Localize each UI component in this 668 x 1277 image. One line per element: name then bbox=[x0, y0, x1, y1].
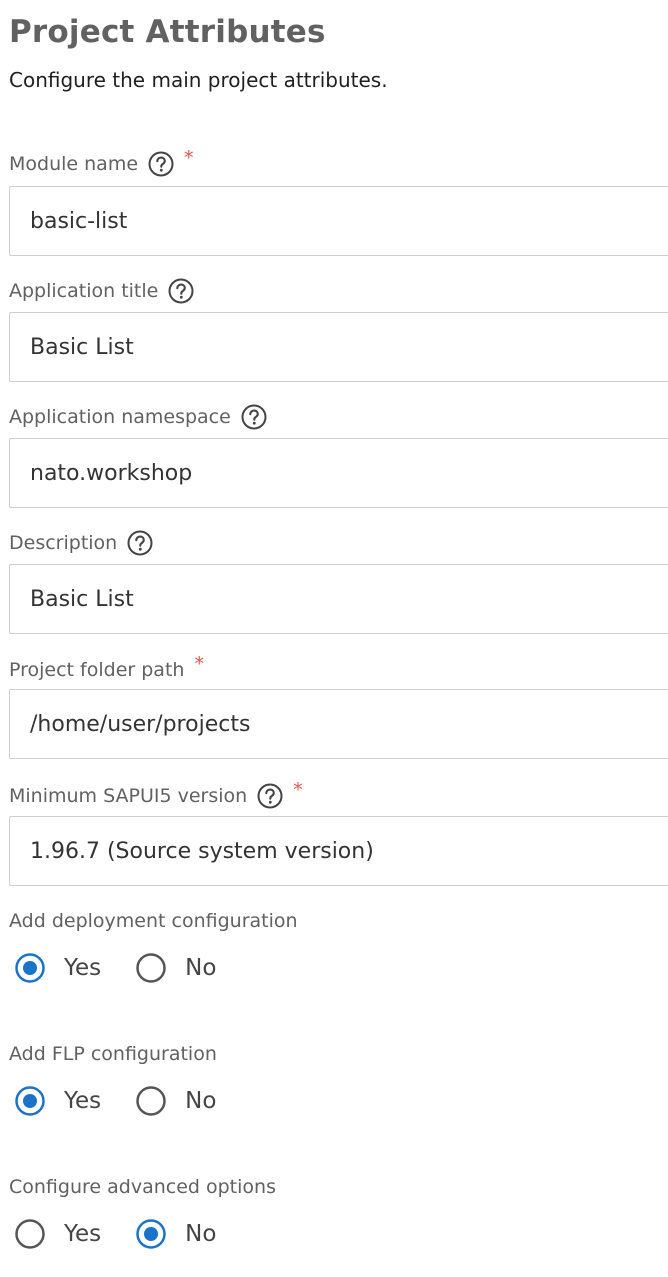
application-namespace-label: Application namespace bbox=[9, 406, 231, 428]
project-attributes-page: Project Attributes Configure the main pr… bbox=[0, 0, 668, 1277]
module-name-label-row: Module name * bbox=[9, 147, 194, 180]
advanced-options-label-row: Configure advanced options bbox=[9, 1171, 276, 1203]
radio-unselected-icon[interactable] bbox=[135, 1085, 167, 1117]
radio-unselected-icon[interactable] bbox=[135, 952, 167, 984]
min-sapui5-version-label-row: Minimum SAPUI5 version * bbox=[9, 779, 303, 812]
application-namespace-input[interactable] bbox=[9, 438, 668, 508]
required-marker: * bbox=[194, 653, 204, 675]
page-title: Project Attributes bbox=[9, 14, 326, 50]
page-subtitle: Configure the main project attributes. bbox=[9, 68, 388, 92]
deployment-no-radio[interactable]: No bbox=[135, 952, 216, 984]
radio-selected-icon[interactable] bbox=[14, 1085, 46, 1117]
application-title-label-row: Application title bbox=[9, 275, 194, 307]
advanced-no-radio[interactable]: No bbox=[135, 1218, 216, 1250]
question-circle-icon[interactable] bbox=[241, 404, 267, 430]
deployment-config-label-row: Add deployment configuration bbox=[9, 905, 298, 937]
application-title-label: Application title bbox=[9, 280, 159, 302]
required-marker: * bbox=[293, 779, 303, 801]
question-circle-icon[interactable] bbox=[168, 278, 194, 304]
advanced-options-label: Configure advanced options bbox=[9, 1176, 276, 1198]
deployment-no-label: No bbox=[185, 955, 217, 981]
deployment-yes-label: Yes bbox=[64, 955, 102, 981]
description-label-row: Description bbox=[9, 527, 153, 559]
radio-selected-icon[interactable] bbox=[135, 1218, 167, 1250]
advanced-yes-label: Yes bbox=[64, 1221, 102, 1247]
min-sapui5-version-select[interactable] bbox=[9, 816, 668, 886]
deployment-config-label: Add deployment configuration bbox=[9, 910, 298, 932]
min-sapui5-version-label: Minimum SAPUI5 version bbox=[9, 785, 248, 807]
advanced-yes-radio[interactable]: Yes bbox=[14, 1218, 101, 1250]
description-label: Description bbox=[9, 532, 118, 554]
project-folder-path-input[interactable] bbox=[9, 689, 668, 759]
project-folder-path-label-row: Project folder path * bbox=[9, 653, 204, 686]
flp-config-label-row: Add FLP configuration bbox=[9, 1038, 217, 1070]
flp-config-label: Add FLP configuration bbox=[9, 1043, 217, 1065]
question-circle-icon[interactable] bbox=[148, 151, 174, 177]
flp-yes-radio[interactable]: Yes bbox=[14, 1085, 101, 1117]
flp-no-label: No bbox=[185, 1088, 217, 1114]
deployment-yes-radio[interactable]: Yes bbox=[14, 952, 101, 984]
flp-yes-label: Yes bbox=[64, 1088, 102, 1114]
advanced-options-radio-group: Yes No bbox=[14, 1216, 250, 1252]
description-input[interactable] bbox=[9, 564, 668, 634]
flp-no-radio[interactable]: No bbox=[135, 1085, 216, 1117]
project-folder-path-label: Project folder path bbox=[9, 659, 185, 681]
question-circle-icon[interactable] bbox=[127, 530, 153, 556]
application-title-input[interactable] bbox=[9, 312, 668, 382]
radio-selected-icon[interactable] bbox=[14, 952, 46, 984]
required-marker: * bbox=[184, 147, 194, 169]
flp-config-radio-group: Yes No bbox=[14, 1083, 250, 1119]
module-name-label: Module name bbox=[9, 153, 139, 175]
radio-unselected-icon[interactable] bbox=[14, 1218, 46, 1250]
advanced-no-label: No bbox=[185, 1221, 217, 1247]
module-name-input[interactable] bbox=[9, 186, 668, 256]
application-namespace-label-row: Application namespace bbox=[9, 401, 267, 433]
deployment-config-radio-group: Yes No bbox=[14, 950, 250, 986]
question-circle-icon[interactable] bbox=[257, 783, 283, 809]
